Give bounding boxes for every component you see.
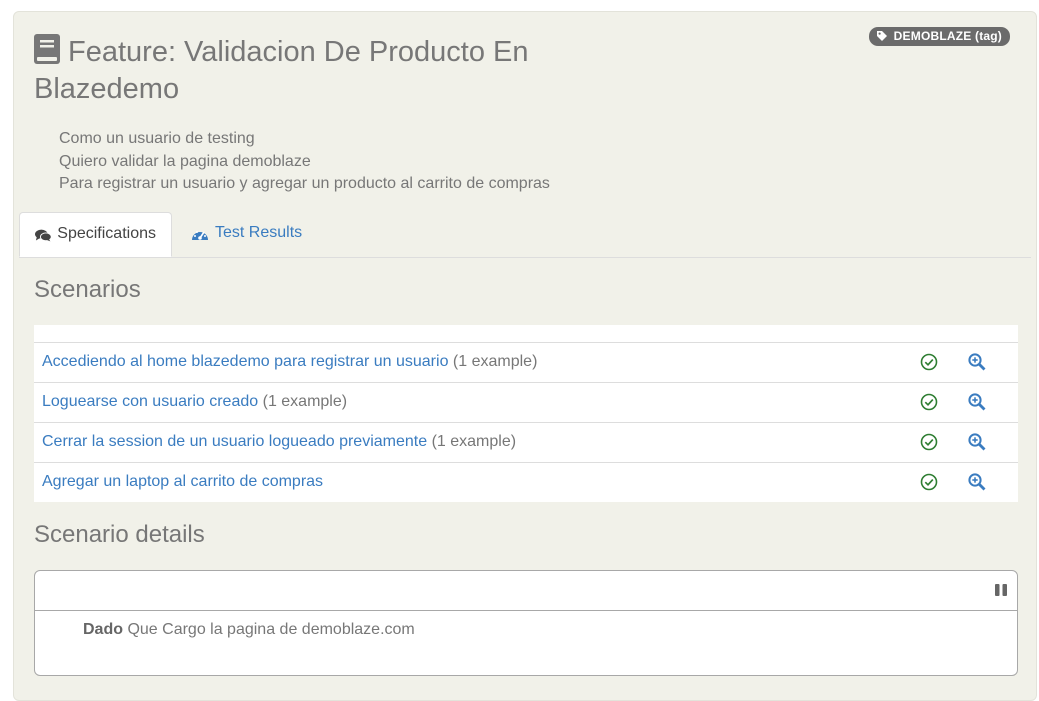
tag-icon [876, 31, 887, 41]
scenario-details-heading: Scenario details [34, 521, 205, 548]
scenario-link[interactable]: Cerrar la session de un usuario logueado… [42, 433, 427, 450]
example-count: (1 example) [452, 353, 538, 370]
table-row: Cerrar la session de un usuario logueado… [34, 423, 1018, 463]
step-text: Que Cargo la pagina de demoblaze.com [123, 621, 415, 638]
scenario-link[interactable]: Accediendo al home blazedemo para regist… [42, 353, 448, 370]
tab-test-results[interactable]: Test Results [176, 212, 317, 257]
tag-label: DEMOBLAZE (tag) [893, 29, 1002, 43]
scenario-name: Agregar un laptop al carrito de compras [42, 473, 323, 491]
narrative-line: Para registrar un usuario y agregar un p… [59, 175, 550, 192]
book-icon [34, 34, 60, 72]
table-row: Agregar un laptop al carrito de compras [34, 463, 1018, 502]
scenario-link[interactable]: Agregar un laptop al carrito de compras [42, 473, 323, 490]
tab-specifications[interactable]: Specifications [19, 212, 172, 257]
tag-badge[interactable]: DEMOBLAZE (tag) [868, 27, 1010, 46]
scenario-link[interactable]: Loguearse con usuario creado [42, 393, 258, 410]
zoom-in-icon[interactable] [968, 393, 986, 411]
table-header [34, 325, 1018, 343]
step-keyword: Dado [83, 621, 123, 638]
scenario-name: Loguearse con usuario creado (1 example) [42, 393, 347, 411]
zoom-in-icon[interactable] [968, 433, 986, 451]
scenarios-heading: Scenarios [34, 276, 141, 303]
scenarios-table: Accediendo al home blazedemo para regist… [34, 325, 1018, 502]
feature-title: Feature: Validacion De Producto En Blaze… [34, 34, 594, 106]
tab-bar: Specifications Test Results [19, 212, 1031, 258]
comments-icon [35, 229, 52, 242]
zoom-in-icon[interactable] [968, 353, 986, 371]
example-count: (1 example) [431, 433, 517, 450]
check-circle-icon [920, 393, 938, 411]
check-circle-icon [920, 433, 938, 451]
table-row: Accediendo al home blazedemo para regist… [34, 343, 1018, 383]
table-row: Loguearse con usuario creado (1 example) [34, 383, 1018, 423]
example-count: (1 example) [262, 393, 348, 410]
feature-title-text: Feature: Validacion De Producto En Blaze… [34, 36, 529, 105]
tab-label: Specifications [57, 225, 156, 242]
zoom-in-icon[interactable] [968, 473, 986, 491]
details-toolbar [35, 571, 1017, 611]
scenario-name: Cerrar la session de un usuario logueado… [42, 433, 516, 451]
check-circle-icon [920, 473, 938, 491]
step-line: Dado Que Cargo la pagina de demoblaze.co… [83, 621, 415, 639]
narrative-line: Como un usuario de testing [59, 130, 255, 147]
pause-icon[interactable] [994, 583, 1008, 597]
feature-panel: DEMOBLAZE (tag) Feature: Validacion De P… [13, 11, 1037, 701]
dashboard-icon [192, 231, 208, 240]
scenario-details-box: Dado Que Cargo la pagina de demoblaze.co… [34, 570, 1018, 676]
narrative-line: Quiero validar la pagina demoblaze [59, 152, 311, 170]
check-circle-icon [920, 353, 938, 371]
feature-narrative: Como un usuario de testing Quiero valida… [59, 128, 550, 196]
scenario-name: Accediendo al home blazedemo para regist… [42, 353, 537, 371]
tab-label: Test Results [215, 224, 303, 241]
